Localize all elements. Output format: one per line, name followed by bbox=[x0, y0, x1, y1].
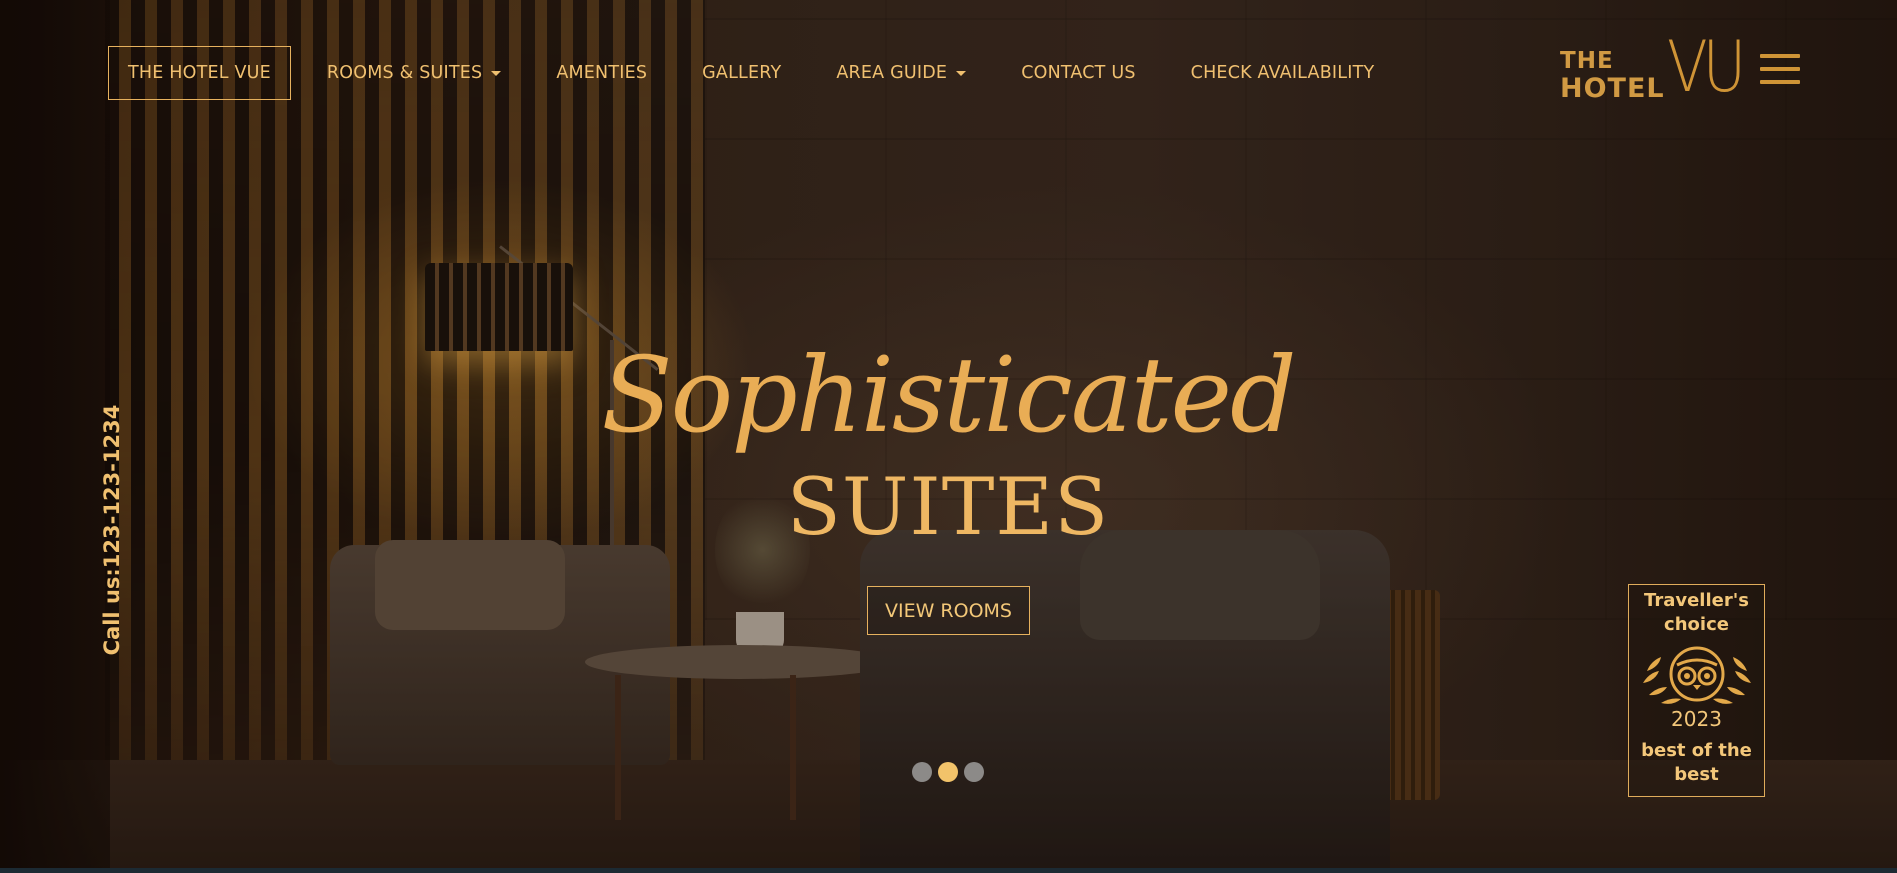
nav-item-label: CONTACT US bbox=[1021, 63, 1136, 83]
hotel-logo[interactable]: THE HOTEL VU bbox=[1560, 32, 1800, 108]
carousel-indicators bbox=[912, 762, 984, 782]
bottom-border bbox=[0, 868, 1897, 873]
nav-item-rooms-suites[interactable]: ROOMS & SUITES bbox=[326, 63, 502, 83]
badge-subtitle: best of the best bbox=[1641, 740, 1752, 785]
nav-item-label: AREA GUIDE bbox=[836, 63, 948, 83]
logo-vue: VU bbox=[1667, 26, 1746, 108]
badge-year: 2023 bbox=[1671, 707, 1722, 731]
nav-item-label: GALLERY bbox=[702, 63, 782, 83]
main-nav: THE HOTEL VUE ROOMS & SUITES AMENTIES GA… bbox=[108, 46, 1374, 100]
logo-the: THE bbox=[1560, 48, 1614, 74]
carousel-dot[interactable] bbox=[912, 762, 932, 782]
nav-item-amenties[interactable]: AMENTIES bbox=[556, 63, 647, 83]
chevron-down-icon bbox=[491, 70, 502, 76]
logo-hotel: HOTEL bbox=[1560, 73, 1665, 104]
nav-item-label: AMENTIES bbox=[556, 63, 648, 83]
nav-item-the-hotel-vue[interactable]: THE HOTEL VUE bbox=[108, 46, 291, 100]
nav-item-label: ROOMS & SUITES bbox=[326, 63, 483, 83]
nav-item-area-guide[interactable]: AREA GUIDE bbox=[836, 63, 967, 83]
carousel-dot[interactable] bbox=[938, 762, 958, 782]
carousel-dot[interactable] bbox=[964, 762, 984, 782]
chevron-down-icon bbox=[956, 70, 967, 76]
travellers-choice-badge[interactable]: Traveller's choice 2023 best of the best bbox=[1628, 584, 1765, 797]
nav-item-label: CHECK AVAILABILITY bbox=[1190, 63, 1375, 83]
badge-title: Traveller's choice bbox=[1644, 590, 1749, 635]
nav-item-label: THE HOTEL VUE bbox=[128, 63, 271, 83]
nav-item-gallery[interactable]: GALLERY bbox=[702, 63, 781, 83]
hero-script-title: Sophisticated bbox=[601, 334, 1296, 456]
nav-item-check-availability[interactable]: CHECK AVAILABILITY bbox=[1191, 63, 1375, 83]
hero-title: SUITES bbox=[786, 461, 1110, 553]
view-rooms-button[interactable]: VIEW ROOMS bbox=[867, 586, 1030, 635]
hamburger-menu-icon[interactable] bbox=[1760, 54, 1800, 84]
nav-item-contact-us[interactable]: CONTACT US bbox=[1021, 63, 1135, 83]
tripadvisor-owl-laurel-icon bbox=[1642, 646, 1751, 704]
call-us-phone[interactable]: Call us:123-123-1234 bbox=[100, 405, 124, 656]
